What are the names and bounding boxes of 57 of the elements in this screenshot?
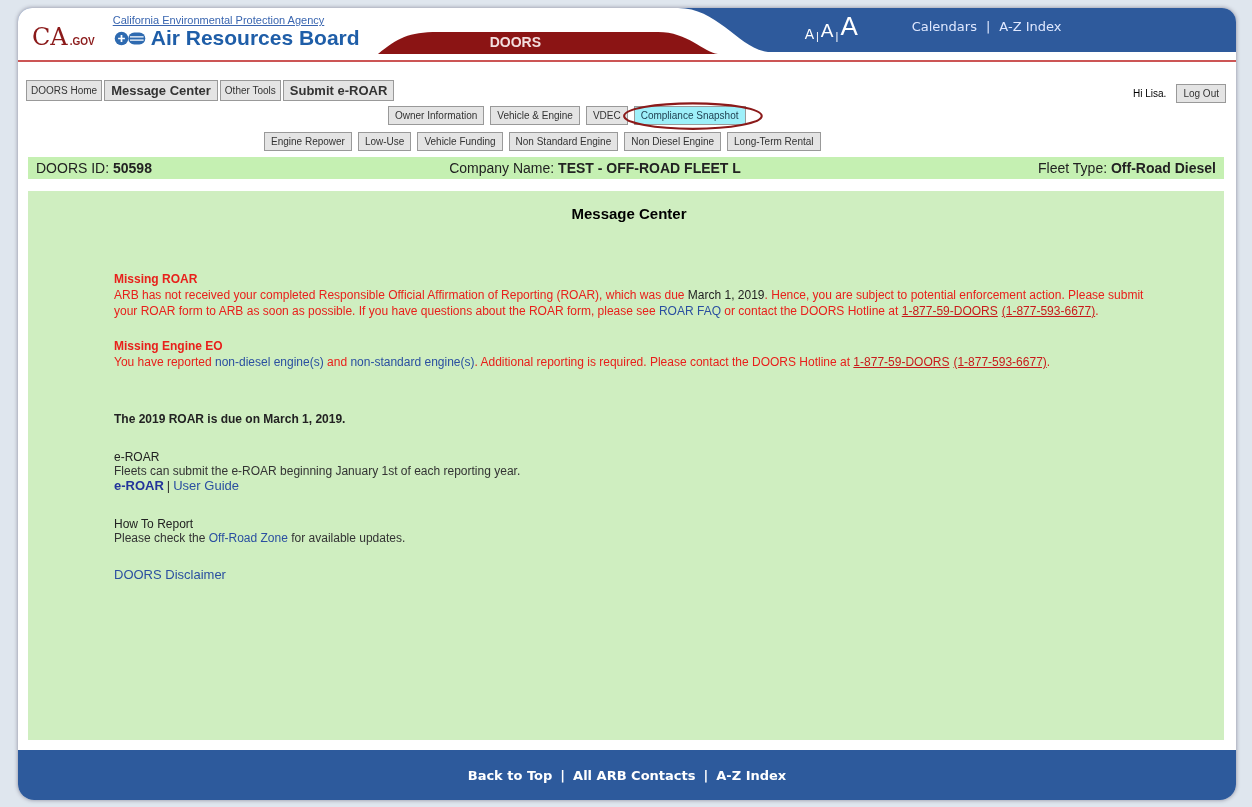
nav-tab[interactable]: Submit e-ROAR bbox=[282, 80, 395, 101]
sub-nav-button[interactable]: Vehicle Funding bbox=[417, 132, 503, 151]
ca-gov-logo[interactable]: CA.GOV bbox=[30, 20, 99, 56]
panel-title: Message Center bbox=[570, 205, 688, 222]
sub-nav-button[interactable]: Vehicle & Engine bbox=[490, 106, 580, 125]
phone-link[interactable]: 1-877-59-DOORS bbox=[853, 355, 950, 369]
separator: | bbox=[815, 30, 819, 42]
separator: | bbox=[985, 19, 991, 34]
board-name: Air Resources Board bbox=[150, 26, 360, 50]
info-field: DOORS ID: 50598 bbox=[36, 160, 152, 176]
sub-nav-button[interactable]: Owner Information bbox=[388, 106, 485, 125]
font-size-link[interactable]: A bbox=[804, 26, 814, 42]
top-nav-link[interactable]: Calendars bbox=[911, 19, 977, 34]
section-text: Fleets can submit the e-ROAR beginning January 1st of each reporting year. bbox=[114, 464, 522, 478]
separator: | bbox=[835, 30, 839, 42]
sub-nav-button[interactable]: Compliance Snapshot bbox=[633, 106, 746, 125]
info-field: Fleet Type: Off-Road Diesel bbox=[1038, 160, 1216, 176]
phone-link[interactable]: (1-877-593-6677) bbox=[953, 355, 1047, 369]
sub-nav-button[interactable]: Non Standard Engine bbox=[508, 132, 619, 151]
sub-nav-button[interactable]: Engine Repower bbox=[264, 132, 352, 151]
nav-tab[interactable]: Other Tools bbox=[219, 80, 281, 101]
alert-title: Missing ROAR bbox=[114, 272, 199, 286]
sub-nav-button[interactable]: VDEC bbox=[585, 106, 628, 125]
section-text: Please check the Off-Road Zone for available updates. bbox=[114, 531, 407, 545]
logout-button[interactable]: Log Out bbox=[1176, 84, 1226, 103]
due-notice: The 2019 ROAR is due on March 1, 2019. bbox=[114, 412, 347, 426]
nav-tab[interactable]: DOORS Home bbox=[26, 80, 103, 101]
info-field: Company Name: TEST - OFF-ROAD FLEET L bbox=[449, 160, 741, 176]
text-link[interactable]: Off-Road Zone bbox=[208, 531, 288, 545]
section-link[interactable]: e-ROAR bbox=[114, 478, 164, 493]
footer-link[interactable]: A-Z Index bbox=[716, 767, 787, 783]
greeting-text: Hi Lisa. bbox=[1133, 88, 1167, 99]
sub-nav-button[interactable]: Long-Term Rental bbox=[727, 132, 821, 151]
section-link[interactable]: User Guide bbox=[173, 478, 239, 493]
sub-nav-button[interactable]: Non Diesel Engine bbox=[624, 132, 722, 151]
separator: | bbox=[703, 767, 709, 783]
arb-logo-icon bbox=[112, 29, 147, 47]
agency-link[interactable]: California Environmental Protection Agency bbox=[112, 14, 360, 26]
footer-link[interactable]: All ARB Contacts bbox=[573, 767, 696, 783]
footer-link[interactable]: Back to Top bbox=[467, 767, 553, 783]
disclaimer-link[interactable]: DOORS Disclaimer bbox=[114, 567, 226, 582]
section-title: e-ROAR bbox=[114, 450, 161, 464]
top-nav-link[interactable]: A-Z Index bbox=[999, 19, 1062, 34]
doors-band-title: DOORS bbox=[489, 34, 542, 50]
text-link[interactable]: ROAR FAQ bbox=[658, 304, 721, 318]
sub-nav-button[interactable]: Low-Use bbox=[357, 132, 412, 151]
alert-message: ARB has not received your completed Responsible Official Affirmation of Reporting (ROAR), which was due March 1, 2019. Hence, you are subject to potential enforcement action. Please submit your ROAR form to ARB as soon as possible. If you have questions about the ROAR form, please see ROAR FAQ or contact the DOORS Hotline at 1-877-59-DOORS (1-877-593-6677). bbox=[114, 287, 1144, 319]
separator: | bbox=[166, 478, 171, 493]
font-size-link[interactable]: A bbox=[840, 11, 858, 42]
nav-tab[interactable]: Message Center bbox=[104, 80, 218, 101]
font-size-link[interactable]: A bbox=[820, 20, 834, 42]
separator: | bbox=[560, 767, 566, 783]
alert-title: Missing Engine EO bbox=[114, 339, 224, 353]
alert-message: You have reported non-diesel engine(s) and non-standard engine(s). Additional reporting is required. Please contact the DOORS Hotline at 1-877-59-DOORS (1-877-593-6677). bbox=[114, 354, 1052, 370]
phone-link[interactable]: 1-877-59-DOORS bbox=[901, 304, 998, 318]
section-title: How To Report bbox=[114, 517, 195, 531]
text-link[interactable]: non-diesel engine(s) bbox=[214, 355, 324, 369]
